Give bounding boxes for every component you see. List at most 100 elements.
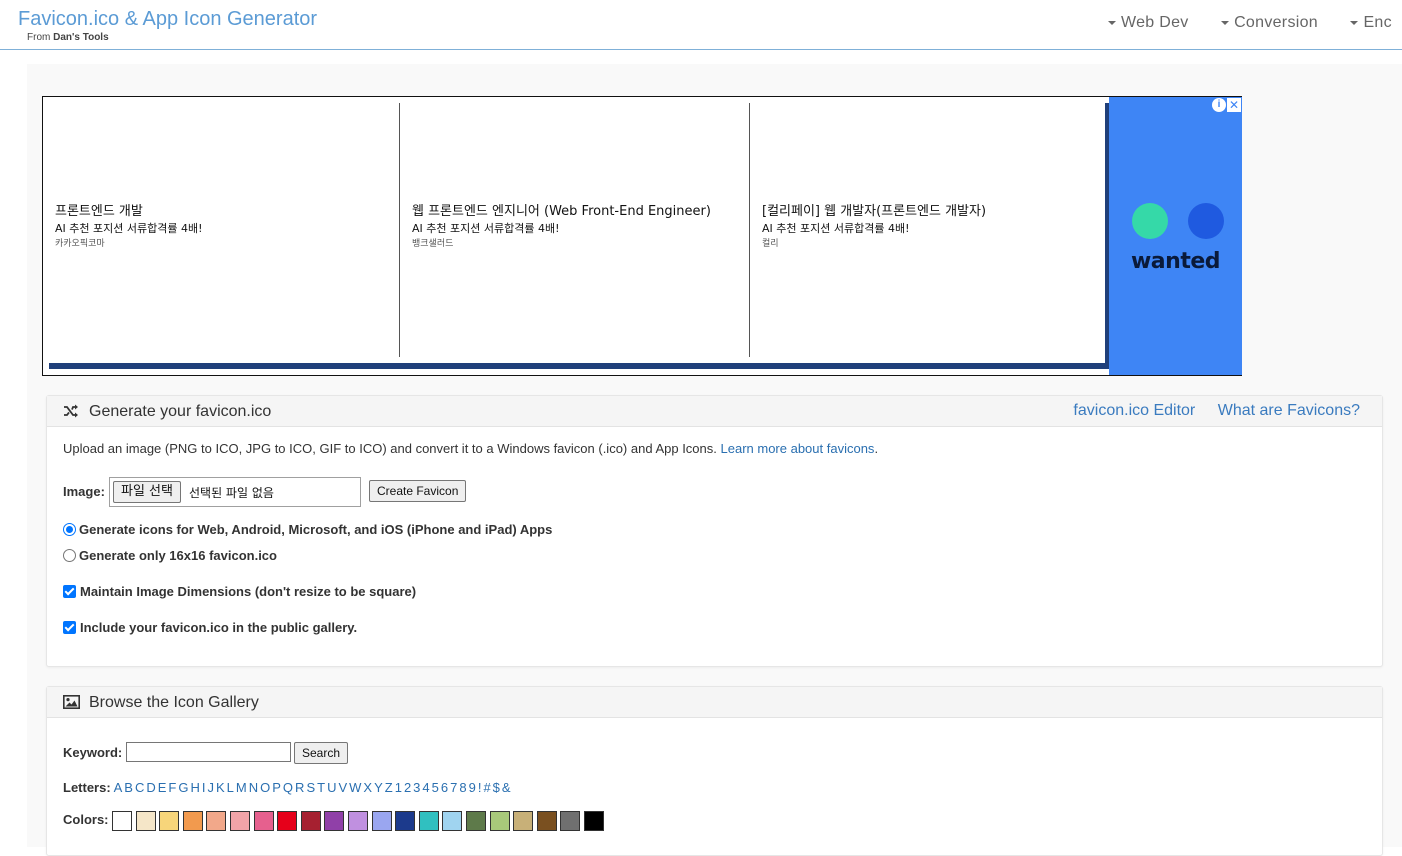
- letter-link[interactable]: E: [158, 780, 167, 795]
- letter-link[interactable]: !: [478, 780, 482, 795]
- search-button[interactable]: Search: [294, 742, 349, 764]
- ad-item[interactable]: [컬리페이] 웹 개발자(프론트엔드 개발자) AI 추천 포지션 서류합격률 …: [749, 103, 1105, 357]
- letter-link[interactable]: T: [317, 780, 325, 795]
- letter-link[interactable]: 3: [413, 780, 420, 795]
- color-swatch[interactable]: [230, 811, 250, 831]
- what-are-favicons-link[interactable]: What are Favicons?: [1218, 402, 1360, 419]
- caret-down-icon: [1108, 20, 1116, 25]
- letter-link[interactable]: A: [114, 780, 123, 795]
- letter-link[interactable]: 4: [422, 780, 429, 795]
- brand[interactable]: Favicon.ico & App Icon Generator From Da…: [18, 7, 317, 45]
- color-swatch[interactable]: [277, 811, 298, 831]
- letter-link[interactable]: Q: [283, 780, 293, 795]
- checkbox-include-gallery[interactable]: [63, 621, 76, 634]
- letter-link[interactable]: &: [502, 780, 511, 795]
- create-favicon-button[interactable]: Create Favicon: [369, 480, 467, 502]
- letter-link[interactable]: 8: [459, 780, 466, 795]
- letter-link[interactable]: U: [327, 780, 336, 795]
- color-swatch[interactable]: [442, 811, 463, 831]
- caret-down-icon: [1350, 20, 1359, 25]
- color-swatch[interactable]: [466, 811, 486, 831]
- generate-description: Upload an image (PNG to ICO, JPG to ICO,…: [63, 441, 878, 456]
- color-swatch[interactable]: [300, 811, 321, 831]
- color-swatch[interactable]: [324, 811, 345, 831]
- letters-label: Letters:: [63, 780, 111, 795]
- letter-link[interactable]: C: [135, 780, 144, 795]
- option-include-gallery[interactable]: Include your favicon.ico in the public g…: [63, 620, 357, 635]
- ad-brand-panel[interactable]: wanted i ✕: [1109, 97, 1242, 375]
- letter-link[interactable]: Z: [385, 780, 393, 795]
- color-swatch[interactable]: [536, 811, 557, 831]
- letter-link[interactable]: P: [272, 780, 281, 795]
- letter-link[interactable]: 7: [450, 780, 457, 795]
- letter-link[interactable]: R: [295, 780, 304, 795]
- color-swatch[interactable]: [348, 811, 368, 831]
- ad-close-icon[interactable]: ✕: [1227, 98, 1241, 112]
- color-swatch[interactable]: [395, 811, 416, 831]
- color-swatch[interactable]: [206, 811, 227, 831]
- site-title[interactable]: Favicon.ico & App Icon Generator: [18, 7, 317, 31]
- nav-web-dev[interactable]: Web Dev: [1108, 14, 1189, 32]
- letter-link[interactable]: V: [338, 780, 347, 795]
- ad-banner[interactable]: 프론트엔드 개발 AI 추천 포지션 서류합격률 4배! 카카오픽코마 웹 프론…: [42, 96, 1242, 376]
- letter-link[interactable]: G: [178, 780, 188, 795]
- letter-link[interactable]: 6: [441, 780, 448, 795]
- letter-link[interactable]: K: [216, 780, 225, 795]
- letter-link[interactable]: H: [190, 780, 199, 795]
- ad-item[interactable]: 웹 프론트엔드 엔지니어 (Web Front-End Engineer) AI…: [399, 103, 749, 357]
- choose-file-button[interactable]: 파일 선택: [113, 481, 181, 503]
- letter-link[interactable]: X: [363, 780, 372, 795]
- radio-all-platforms[interactable]: [63, 523, 76, 536]
- letter-link[interactable]: F: [168, 780, 176, 795]
- color-swatch[interactable]: [159, 811, 180, 831]
- color-swatch[interactable]: [253, 811, 274, 831]
- favicon-editor-link[interactable]: favicon.ico Editor: [1073, 402, 1195, 419]
- option-maintain-dimensions[interactable]: Maintain Image Dimensions (don't resize …: [63, 584, 416, 599]
- nav-enc[interactable]: Enc: [1350, 14, 1392, 32]
- color-swatch[interactable]: [489, 811, 510, 831]
- color-swatch[interactable]: [513, 811, 534, 831]
- ad-shadow-bottom: [49, 363, 1115, 369]
- nav-web-dev-label: Web Dev: [1121, 14, 1189, 31]
- checkbox-maintain-dimensions[interactable]: [63, 585, 76, 598]
- letter-link[interactable]: B: [124, 780, 133, 795]
- letter-link[interactable]: O: [260, 780, 270, 795]
- ad-item[interactable]: 프론트엔드 개발 AI 추천 포지션 서류합격률 4배! 카카오픽코마: [43, 103, 399, 357]
- keyword-input[interactable]: [126, 742, 291, 762]
- letter-link[interactable]: J: [207, 780, 214, 795]
- color-swatch[interactable]: [135, 811, 156, 831]
- letter-link[interactable]: I: [202, 780, 206, 795]
- color-swatch[interactable]: [418, 811, 439, 831]
- colors-label: Colors:: [63, 812, 109, 827]
- nav-conversion[interactable]: Conversion: [1221, 14, 1318, 32]
- letter-link[interactable]: 5: [432, 780, 439, 795]
- learn-more-link[interactable]: Learn more about favicons: [721, 441, 875, 456]
- letter-link[interactable]: M: [236, 780, 247, 795]
- letter-link[interactable]: N: [249, 780, 258, 795]
- color-swatch[interactable]: [182, 811, 203, 831]
- letter-link[interactable]: Y: [374, 780, 383, 795]
- color-swatch[interactable]: [560, 811, 581, 831]
- color-swatch[interactable]: [371, 811, 392, 831]
- ad-item-text: 프론트엔드 개발 AI 추천 포지션 서류합격률 4배! 카카오픽코마: [55, 203, 202, 251]
- letter-link[interactable]: #: [483, 780, 490, 795]
- image-file-input[interactable]: 파일 선택 선택된 파일 없음: [109, 477, 361, 507]
- letter-link[interactable]: 9: [469, 780, 476, 795]
- letter-link[interactable]: L: [227, 780, 234, 795]
- color-swatch[interactable]: [584, 811, 604, 831]
- letter-link[interactable]: S: [306, 780, 315, 795]
- ad-info-icon[interactable]: i: [1212, 98, 1226, 112]
- description-period: .: [874, 441, 879, 456]
- subtitle-brand: Dan's Tools: [53, 32, 109, 43]
- option-16x16[interactable]: Generate only 16x16 favicon.ico: [63, 548, 277, 563]
- letter-link[interactable]: $: [493, 780, 500, 795]
- letter-link[interactable]: 2: [404, 780, 411, 795]
- letter-link[interactable]: W: [349, 780, 361, 795]
- letter-link[interactable]: D: [146, 780, 155, 795]
- ad-item-title: 프론트엔드 개발: [55, 204, 143, 219]
- generate-panel: Generate your favicon.ico favicon.ico Ed…: [46, 395, 1383, 667]
- color-swatch[interactable]: [112, 811, 132, 831]
- radio-16x16[interactable]: [63, 549, 76, 562]
- option-all-platforms[interactable]: Generate icons for Web, Android, Microso…: [63, 522, 552, 537]
- letter-link[interactable]: 1: [395, 780, 402, 795]
